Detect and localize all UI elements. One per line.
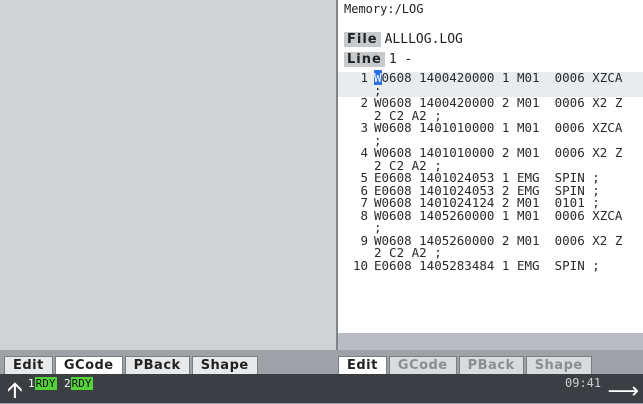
- row-text: W0608 1401010000 1 M01 0006 XZCA: [374, 120, 623, 135]
- row-number: 10: [352, 257, 368, 273]
- row-text: W0608 1405260000 1 M01 0006 XZCA: [374, 207, 623, 223]
- left-empty-panel: [0, 0, 338, 350]
- status-bar: 🡩 1RDY 2RDY 09:41 ⟶: [0, 374, 643, 403]
- tab-gcode-right[interactable]: GCode: [388, 356, 457, 376]
- input-strip: [338, 333, 643, 350]
- row-number: 9: [360, 232, 368, 248]
- right-tab-bar: Edit GCode PBack Shape: [338, 356, 594, 376]
- left-tab-bar: Edit GCode PBack Shape: [4, 356, 260, 376]
- row-number: 1: [360, 70, 368, 85]
- tab-edit-right[interactable]: Edit: [338, 356, 387, 376]
- arrow-up-icon[interactable]: 🡩: [7, 380, 23, 402]
- row-number: 2: [360, 95, 368, 110]
- row-text: E0608 1405283484 1 EMG SPIN ;: [374, 257, 600, 273]
- file-name: ALLLOG.LOG: [384, 32, 463, 47]
- log-list[interactable]: 1 W0608 1400420000 1 M01 0006 XZCA ; 2 W06…: [338, 70, 643, 273]
- log-row[interactable]: 10 E0608 1405283484 1 EMG SPIN ;: [338, 257, 643, 273]
- file-label: File: [344, 32, 381, 47]
- line-row: Line 1 -: [344, 52, 412, 71]
- channel-2-status: 2RDY: [64, 377, 93, 390]
- file-row: File ALLLOG.LOG: [344, 32, 463, 51]
- tab-gcode-left[interactable]: GCode: [54, 356, 123, 376]
- arrow-right-icon[interactable]: ⟶: [607, 381, 639, 403]
- tab-shape-left[interactable]: Shape: [191, 356, 258, 376]
- memory-path: Memory:/LOG: [344, 2, 424, 16]
- log-row[interactable]: 1 W0608 1400420000 1 M01 0006 XZCA: [338, 70, 643, 85]
- line-value: 1 -: [388, 52, 413, 67]
- tab-pback-left[interactable]: PBack: [124, 356, 190, 376]
- tab-shape-right[interactable]: Shape: [525, 356, 592, 376]
- row-text: 0608 1400420000 1 M01 0006 XZCA: [381, 70, 623, 85]
- log-row[interactable]: 3 W0608 1401010000 1 M01 0006 XZCA: [338, 120, 643, 135]
- row-number: 4: [360, 145, 368, 160]
- row-number: 8: [360, 207, 368, 223]
- tab-pback-right[interactable]: PBack: [458, 356, 524, 376]
- channel-1-status: 1RDY: [28, 377, 57, 390]
- line-label: Line: [344, 52, 385, 67]
- clock: 09:41: [565, 376, 602, 390]
- row-number: 3: [360, 120, 368, 135]
- log-panel: Memory:/LOG File ALLLOG.LOG Line 1 - 1 W060…: [338, 0, 643, 350]
- tab-edit-left[interactable]: Edit: [4, 356, 53, 376]
- log-row[interactable]: 8 W0608 1405260000 1 M01 0006 XZCA: [338, 207, 643, 223]
